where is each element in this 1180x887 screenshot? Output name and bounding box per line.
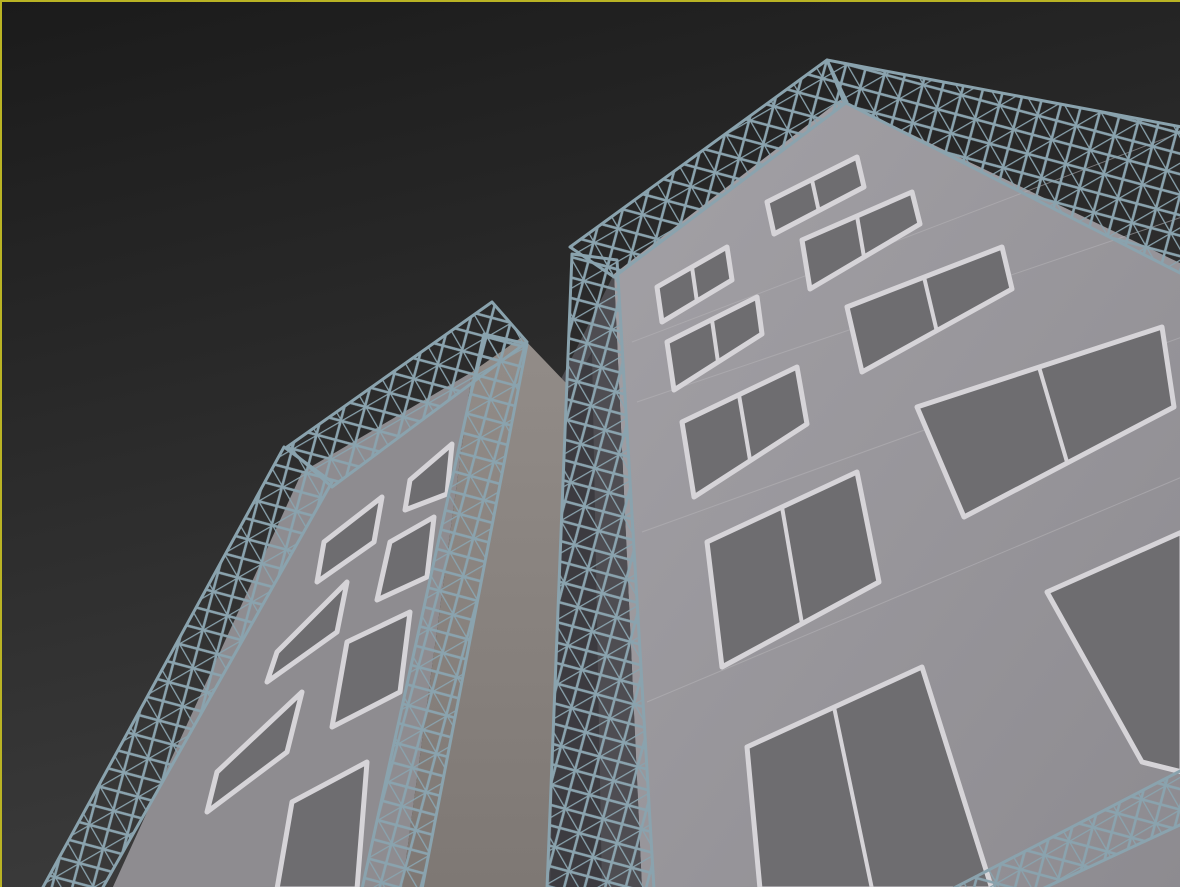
3d-viewport[interactable] [0,0,1180,887]
viewport-scene[interactable] [2,2,1180,887]
